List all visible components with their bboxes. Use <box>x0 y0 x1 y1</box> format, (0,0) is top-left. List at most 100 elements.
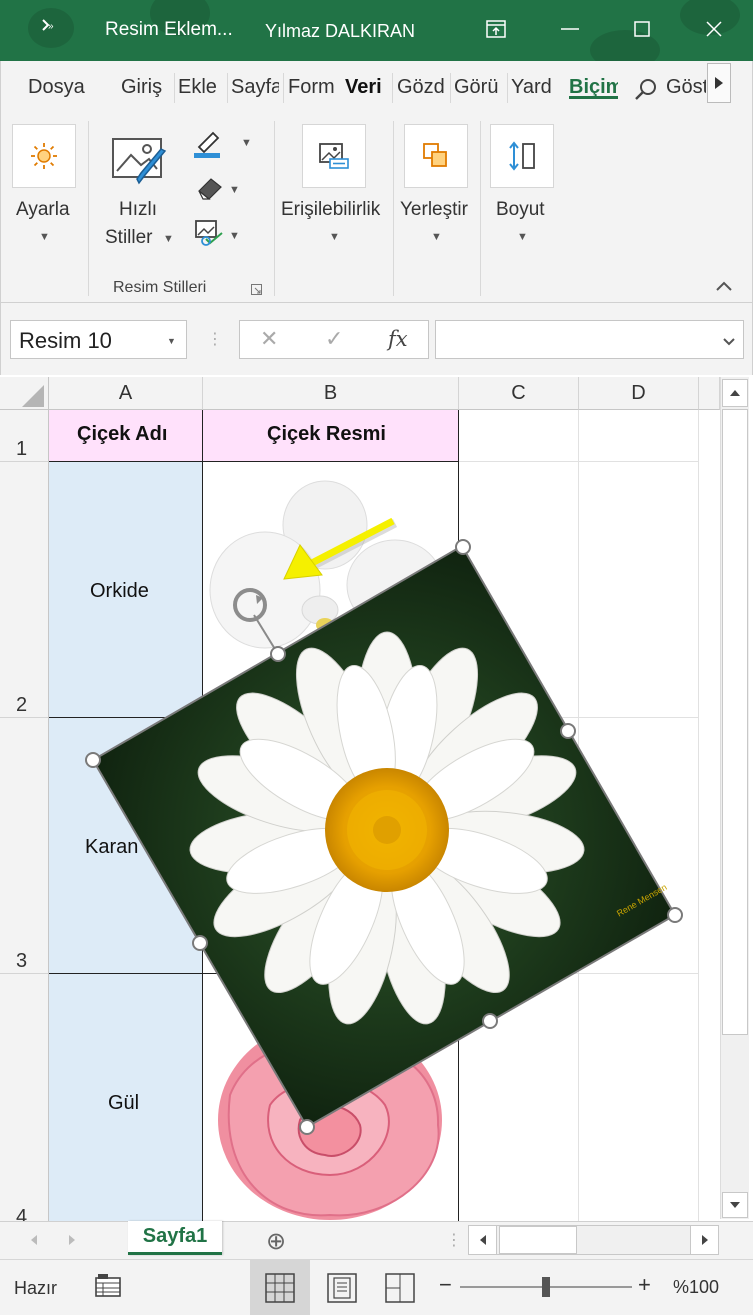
group-label-resim-stilleri: Resim Stilleri <box>113 279 207 296</box>
boyut-label[interactable]: Boyut <box>496 199 545 221</box>
resize-handle-right-mid[interactable] <box>560 723 576 739</box>
group-divider <box>274 121 275 296</box>
sheet-tab-sayfa1[interactable]: Sayfa1 <box>128 1221 222 1255</box>
tab-dosya[interactable]: Dosya <box>28 76 85 99</box>
page-layout-view-icon[interactable] <box>327 1273 357 1308</box>
stiller-label[interactable]: Stiller <box>105 227 153 249</box>
insert-function-button[interactable]: fx <box>388 327 408 351</box>
tab-sayfa[interactable]: Sayfa <box>231 76 279 99</box>
tab-veri[interactable]: Veri <box>345 76 387 99</box>
name-box[interactable]: Resim 10 ▼ <box>10 320 187 359</box>
chevron-down-icon[interactable]: ▼ <box>229 230 240 242</box>
picture-effects-button[interactable] <box>195 175 225 206</box>
minimize-icon[interactable] <box>555 14 585 44</box>
scroll-up-icon[interactable] <box>722 379 748 407</box>
ribbon-display-icon[interactable] <box>481 14 511 44</box>
status-bar: Hazır − + %100 <box>0 1259 753 1315</box>
formula-input[interactable] <box>435 320 744 359</box>
horizontal-scrollbar[interactable] <box>468 1225 719 1255</box>
ayarla-label[interactable]: Ayarla <box>16 199 70 221</box>
tab-giris[interactable]: Giriş <box>121 76 171 99</box>
dialog-launcher-icon[interactable] <box>251 282 262 300</box>
resize-handle-bottom-mid[interactable] <box>482 1013 498 1029</box>
formula-buttons: ✕ ✓ fx <box>239 320 429 359</box>
resize-handle-left-mid[interactable] <box>192 935 208 951</box>
worksheet-grid: A B C D 1 2 3 4 Çiçek Adı Çiçek Resmi Or… <box>0 375 753 1221</box>
user-name[interactable]: Yılmaz DALKIRAN <box>265 21 415 42</box>
zoom-out-button[interactable]: − <box>439 1272 452 1298</box>
resize-handle-top[interactable] <box>455 539 471 555</box>
close-icon[interactable] <box>699 14 729 44</box>
scroll-right-icon[interactable] <box>690 1226 718 1254</box>
cancel-icon[interactable]: ✕ <box>260 326 278 352</box>
tab-divider <box>174 73 175 103</box>
tab-scroll-right-icon[interactable] <box>707 63 731 103</box>
tab-divider <box>507 73 508 103</box>
resize-handle-bottom[interactable] <box>299 1119 315 1135</box>
yerlestir-button[interactable] <box>404 124 468 188</box>
normal-view-button[interactable] <box>250 1260 310 1315</box>
macro-record-icon[interactable] <box>95 1274 121 1303</box>
erisilebilirlik-button[interactable] <box>302 124 366 188</box>
tab-bicim[interactable]: Biçim <box>569 76 618 99</box>
title-bar: » Resim Eklem... Yılmaz DALKIRAN <box>0 0 753 61</box>
daisy-image[interactable] <box>0 375 720 1221</box>
pen-icon <box>194 131 220 158</box>
svg-text:»: » <box>48 21 54 32</box>
expand-formula-icon[interactable] <box>722 334 736 352</box>
scroll-thumb[interactable] <box>722 409 748 1035</box>
tab-yardim[interactable]: Yard <box>511 76 559 99</box>
ayarla-button[interactable] <box>12 124 76 188</box>
chevron-down-icon[interactable]: ▼ <box>329 231 340 243</box>
picture-layout-button[interactable] <box>194 219 226 254</box>
maximize-icon[interactable] <box>627 14 657 44</box>
tab-tell-me[interactable]: Göst <box>666 76 706 99</box>
group-divider <box>88 121 89 296</box>
tab-formuller[interactable]: Form <box>288 76 338 99</box>
resize-handle-left[interactable] <box>85 752 101 768</box>
split-handle-icon[interactable]: ⋮ <box>446 1230 462 1250</box>
tab-gozden-gecir[interactable]: Gözd <box>397 76 447 99</box>
chevron-down-icon[interactable]: ▼ <box>39 231 50 243</box>
zoom-level[interactable]: %100 <box>673 1277 719 1298</box>
quick-styles-icon[interactable] <box>111 135 169 192</box>
chevron-down-icon[interactable]: ▼ <box>163 233 174 245</box>
tab-gorunum[interactable]: Görü <box>454 76 504 99</box>
chevron-down-icon[interactable]: ▼ <box>517 231 528 243</box>
vertical-scrollbar[interactable] <box>720 377 749 1219</box>
tab-ekle[interactable]: Ekle <box>178 76 224 99</box>
yerlestir-label[interactable]: Yerleştir <box>400 199 468 221</box>
drag-handle-icon[interactable]: ⋮ <box>207 329 223 349</box>
boyut-button[interactable] <box>490 124 554 188</box>
zoom-slider-thumb[interactable] <box>542 1277 550 1297</box>
add-sheet-icon[interactable]: ⊕ <box>266 1227 286 1256</box>
resize-handle-top-left-mid[interactable] <box>270 646 286 662</box>
picture-border-button[interactable] <box>193 129 223 164</box>
chevron-down-icon[interactable]: ▼ <box>167 336 176 346</box>
rotate-handle-icon[interactable] <box>230 585 270 625</box>
zoom-in-button[interactable]: + <box>638 1272 651 1298</box>
name-box-value: Resim 10 <box>19 328 112 353</box>
size-icon <box>509 141 535 171</box>
horizontal-scroll-thumb[interactable] <box>499 1226 577 1254</box>
erisilebilirlik-label[interactable]: Erişilebilirlik <box>281 199 380 221</box>
page-break-view-icon[interactable] <box>385 1273 415 1308</box>
quick-access-icon[interactable]: » <box>40 18 56 37</box>
chevron-down-icon[interactable]: ▼ <box>241 137 252 149</box>
hizli-label[interactable]: Hızlı <box>119 199 157 221</box>
scroll-down-icon[interactable] <box>722 1192 748 1218</box>
resize-handle-right[interactable] <box>667 907 683 923</box>
selected-picture[interactable]: Rene Mensen <box>0 375 720 1221</box>
ribbon: Ayarla ▼ Hızlı Stiller ▼ ▼ ▼ ▼ Resim Sti… <box>0 113 753 303</box>
enter-icon[interactable]: ✓ <box>325 326 343 352</box>
ribbon-tabs: Dosya Giriş Ekle Sayfa Form Veri Gözd Gö… <box>0 61 753 113</box>
sheet-prev-icon[interactable] <box>30 1233 38 1251</box>
scroll-left-icon[interactable] <box>469 1226 497 1254</box>
sheet-next-icon[interactable] <box>68 1233 76 1251</box>
chevron-down-icon[interactable]: ▼ <box>431 231 442 243</box>
search-icon[interactable] <box>634 77 658 106</box>
normal-view-icon <box>265 1273 295 1303</box>
alt-text-icon <box>319 143 349 169</box>
chevron-down-icon[interactable]: ▼ <box>229 184 240 196</box>
collapse-ribbon-icon[interactable] <box>715 279 733 297</box>
